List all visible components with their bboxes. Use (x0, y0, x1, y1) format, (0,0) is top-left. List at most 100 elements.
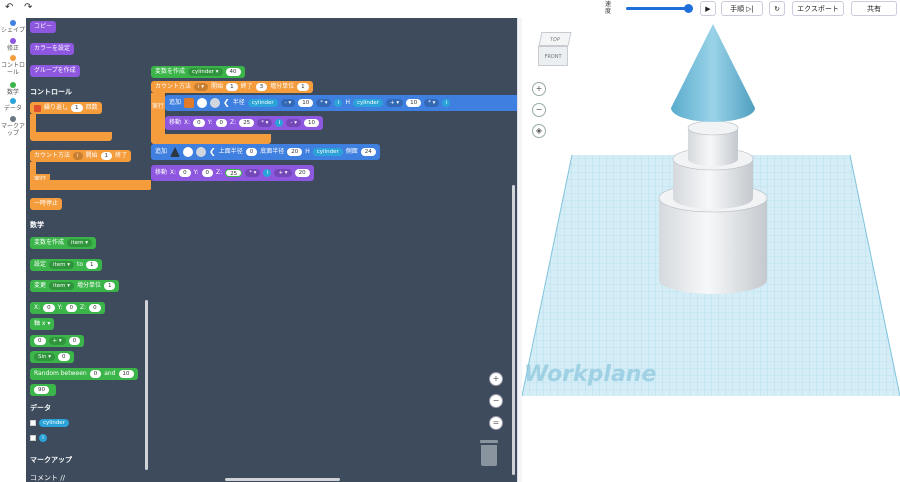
export-button[interactable]: エクスポート (792, 1, 844, 16)
workspace-scrollbar-horizontal[interactable] (225, 478, 340, 481)
op-dropdown[interactable]: * ▾ (245, 169, 261, 177)
ws-count-block[interactable]: カウント方法 i ▾ 開始 1 終了 3 増分単位 1 (151, 81, 313, 93)
zoom-reset-icon[interactable]: = (489, 416, 503, 430)
palette-change-block[interactable]: 変更 item ▾ 増分単位 1 (30, 280, 120, 292)
palette-number-block[interactable]: 90 (30, 384, 56, 396)
y-field[interactable]: 0 (65, 304, 78, 312)
sides-field[interactable]: 24 (360, 148, 376, 156)
palette-create-group-block[interactable]: グループを作成 (30, 65, 80, 77)
height-ten-field[interactable]: 10 (406, 99, 422, 107)
ws-move-block-2[interactable]: 移動 X: 0 Y: 0 Z: 25 * ▾ i + ▾ 20 (151, 165, 314, 181)
data-var-i[interactable]: i (39, 434, 47, 442)
var-dropdown[interactable]: item ▾ (49, 261, 74, 269)
arith-a-field[interactable]: 0 (34, 337, 46, 345)
radius-var-pill[interactable]: cylinder (247, 99, 278, 107)
move-z-field[interactable]: 25 (239, 119, 255, 127)
move-z-offset-field[interactable]: 10 (303, 119, 319, 127)
var-checkbox[interactable] (30, 420, 36, 426)
zoom-out-icon[interactable]: − (489, 394, 503, 408)
var-i-pill[interactable]: i (263, 169, 272, 177)
palette-repeat-block[interactable]: 繰り返し 1 回数 (30, 102, 102, 114)
end-field[interactable]: 3 (255, 83, 268, 91)
speed-slider[interactable] (626, 7, 688, 10)
step-button[interactable]: 手順 ▷| (721, 1, 763, 16)
z-field[interactable]: 0 (89, 304, 101, 312)
category-control[interactable]: コントロール (0, 55, 26, 76)
move-x-field[interactable]: 0 (193, 119, 205, 127)
x-field[interactable]: 0 (43, 304, 55, 312)
ws-add-cylinder-block[interactable]: 追加 ❮ 半径 cylinder - ▾ 10 * ▾ i H cylinder… (165, 95, 517, 111)
palette-xyz-block[interactable]: X: 0 Y: 0 Z: 0 (30, 302, 105, 314)
op-dropdown[interactable]: + ▾ (48, 337, 66, 345)
height-var-pill[interactable]: cylinder (353, 99, 383, 107)
op-dropdown[interactable]: * ▾ (424, 99, 440, 107)
count-var-dropdown[interactable]: i ▾ (194, 83, 209, 91)
speed-slider-handle[interactable] (684, 4, 693, 13)
op-dropdown[interactable]: * ▾ (316, 99, 332, 107)
func-dropdown[interactable]: Sin ▾ (34, 353, 56, 361)
move-y-field[interactable]: 0 (215, 119, 228, 127)
top-radius-field[interactable]: 0 (245, 148, 258, 156)
change-step-field[interactable]: 1 (103, 282, 116, 290)
var-i-pill[interactable]: i (334, 99, 343, 107)
palette-create-var-block[interactable]: 変数を作成 item ▾ (30, 237, 96, 249)
op-dropdown[interactable]: + ▾ (274, 169, 292, 177)
share-button[interactable]: 共有 (851, 1, 897, 16)
number-field[interactable]: 90 (34, 386, 49, 394)
var-i-pill[interactable]: i (275, 119, 284, 127)
palette-axis-block[interactable]: 軸 x ▾ (30, 318, 55, 330)
op-dropdown[interactable]: - ▾ (286, 119, 301, 127)
redo-icon[interactable]: ↷ (24, 2, 32, 13)
palette-count-block[interactable]: カウント方法 i 開始 1 終了 (30, 150, 132, 162)
random-a-field[interactable]: 0 (89, 370, 102, 378)
start-field[interactable]: 1 (226, 83, 238, 91)
palette-set-color-block[interactable]: カラーを設定 (30, 43, 75, 55)
workspace-scrollbar-vertical[interactable] (512, 185, 515, 475)
chevron-left-icon[interactable]: ❮ (223, 97, 230, 109)
ws-move-block-1[interactable]: 移動 X: 0 Y: 0 Z: 25 * ▾ i - ▾ 10 (165, 116, 323, 130)
height-var-pill[interactable]: cylinder (312, 148, 343, 156)
data-var-cylinder[interactable]: cylinder (39, 419, 69, 427)
random-b-field[interactable]: 10 (118, 370, 134, 378)
3d-viewport[interactable]: TOP FRONT + − ◈ Workplane (522, 18, 900, 482)
count-start-field[interactable]: 1 (100, 152, 113, 160)
sin-field[interactable]: 0 (58, 353, 70, 361)
category-modify[interactable]: 修正 (0, 38, 26, 52)
category-shapes[interactable]: シェイプ (0, 20, 26, 34)
set-value-field[interactable]: 1 (86, 261, 98, 269)
count-var-dropdown[interactable]: i (73, 152, 83, 160)
category-markup[interactable]: マークアップ (0, 116, 26, 137)
op-dropdown[interactable]: - ▾ (280, 99, 296, 107)
hole-mode-icon[interactable] (210, 98, 221, 108)
bottom-radius-field[interactable]: 20 (287, 148, 303, 156)
reset-button[interactable]: ↻ (769, 1, 785, 16)
repeat-count-field[interactable]: 1 (71, 104, 83, 112)
category-data[interactable]: データ (0, 98, 26, 112)
hole-mode-icon[interactable] (196, 147, 207, 157)
move-z-field[interactable]: 25 (225, 169, 243, 177)
solid-mode-icon[interactable] (183, 147, 194, 157)
zoom-in-icon[interactable]: + (489, 372, 503, 386)
category-math[interactable]: 数学 (0, 82, 26, 96)
palette-pause-block[interactable]: 一時停止 (30, 198, 63, 210)
arith-b-field[interactable]: 0 (68, 337, 81, 345)
palette-copy-block[interactable]: コピー (30, 21, 57, 33)
chevron-left-icon[interactable]: ❮ (209, 146, 216, 158)
var-dropdown[interactable]: item ▾ (49, 282, 74, 290)
ws-add-cone-block[interactable]: 追加 ❮ 上面半径 0 底面半径 20 H cylinder 側面 24 (151, 144, 380, 160)
move-y-field[interactable]: 0 (201, 169, 214, 177)
var-i-pill[interactable]: i (442, 99, 451, 107)
var-checkbox[interactable] (30, 435, 36, 441)
palette-sin-block[interactable]: Sin ▾ 0 (30, 351, 74, 363)
op-dropdown[interactable]: + ▾ (385, 99, 404, 107)
palette-scrollbar[interactable] (145, 300, 148, 470)
palette-arith-block[interactable]: 0 + ▾ 0 (30, 335, 85, 347)
var-dropdown[interactable]: cylinder ▾ (188, 68, 223, 76)
move-z-offset-field[interactable]: 20 (294, 169, 310, 177)
palette-random-block[interactable]: Random between 0 and 10 (30, 368, 138, 380)
var-value-field[interactable]: 40 (225, 68, 241, 76)
op-dropdown[interactable]: * ▾ (257, 119, 273, 127)
trash-icon[interactable] (480, 440, 498, 466)
undo-icon[interactable]: ↶ (5, 2, 13, 13)
comment-block[interactable]: コメント // (30, 473, 65, 482)
